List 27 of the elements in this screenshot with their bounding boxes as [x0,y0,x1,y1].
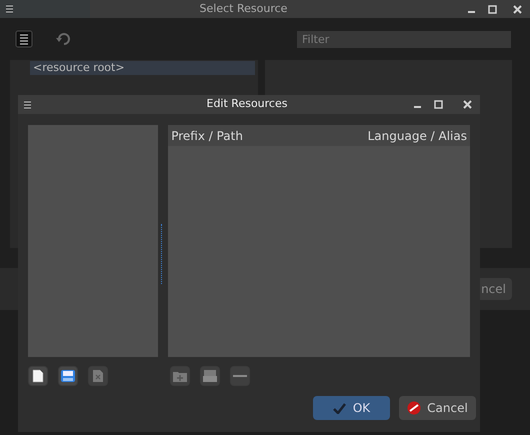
maximize-icon[interactable] [434,100,443,109]
tree-item[interactable]: <resource root> [30,61,255,75]
reload-icon[interactable] [55,30,73,48]
close-icon[interactable] [463,100,472,109]
new-file-icon [32,369,44,383]
minus-icon [233,374,247,378]
menu-icon[interactable] [24,100,31,108]
dialog-title: Edit Resources [206,96,288,112]
stack-icon [202,369,218,383]
check-icon [332,402,346,414]
window-title: Select Resource [198,0,288,17]
save-icon [60,369,76,383]
folder-plus-icon [172,369,188,383]
no-entry-icon [407,401,422,415]
ok-button[interactable]: OK [313,396,390,420]
remove-file-icon [92,369,104,383]
maximize-icon[interactable] [488,4,497,14]
column-header[interactable]: Prefix / Path [171,126,243,144]
menu-icon[interactable] [6,5,13,13]
column-header[interactable]: Language / Alias [368,126,467,144]
cancel-button[interactable]: Cancel [399,396,476,420]
splitter-handle[interactable] [161,224,164,284]
toolbar-button[interactable] [58,366,78,386]
toolbar-button[interactable] [28,366,48,386]
list-icon[interactable] [15,30,33,48]
filter-field[interactable]: Filter [297,30,511,48]
close-icon[interactable] [513,4,522,14]
